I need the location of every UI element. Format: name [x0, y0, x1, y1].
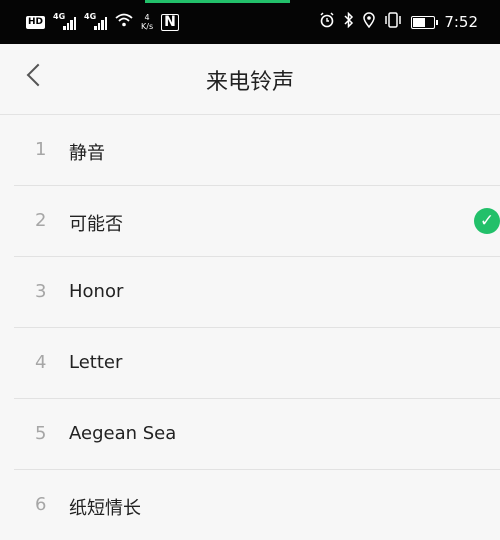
ringtone-name: Honor [69, 281, 124, 302]
battery-fill [413, 17, 426, 27]
nfc-icon: N [161, 13, 179, 31]
signal-icon: 4G [53, 12, 77, 30]
nav-bar: 来电铃声 [0, 44, 500, 115]
ringtone-list: 1 静音 2 可能否 ✓ 3 Honor 4 Letter 5 Aegean S… [0, 115, 500, 540]
ringtone-index: 3 [35, 281, 47, 302]
vibrate-icon [384, 12, 402, 32]
ringtone-name: Letter [69, 352, 123, 373]
ringtone-item[interactable]: 3 Honor [14, 257, 500, 328]
hd-icon: HD [26, 15, 46, 29]
ringtone-index: 2 [35, 210, 47, 231]
status-right: 7:52 [319, 10, 478, 34]
alarm-icon [319, 12, 335, 32]
ringtone-name: 纸短情长 [69, 498, 141, 519]
ringtone-name: Aegean Sea [69, 423, 177, 444]
battery-icon [411, 15, 439, 29]
status-left: HD 4G 4G 4 K/s N [26, 10, 179, 34]
ringtone-item[interactable]: 2 可能否 ✓ [14, 186, 500, 257]
check-icon: ✓ [474, 208, 500, 234]
ringtone-index: 4 [35, 352, 47, 373]
signal-icon: 4G [84, 12, 108, 30]
ringtone-item[interactable]: 1 静音 [14, 115, 500, 186]
ringtone-index: 1 [35, 139, 47, 160]
ringtone-item[interactable]: 5 Aegean Sea [14, 399, 500, 470]
location-icon [363, 12, 376, 32]
bluetooth-icon [344, 11, 354, 32]
status-bar: HD 4G 4G 4 K/s N 7:52 [0, 0, 500, 44]
ringtone-name: 可能否 [69, 214, 123, 235]
status-accent-bar [145, 0, 290, 3]
page-title: 来电铃声 [205, 70, 294, 95]
ringtone-item[interactable]: 6 纸短情长 [14, 470, 500, 540]
network-speed: 4 K/s [141, 13, 154, 31]
ringtone-name: 静音 [69, 143, 105, 164]
ringtone-index: 5 [35, 423, 47, 444]
clock: 7:52 [444, 13, 478, 31]
ringtone-item[interactable]: 4 Letter [14, 328, 500, 399]
ringtone-index: 6 [35, 494, 47, 515]
wifi-icon [115, 13, 133, 31]
